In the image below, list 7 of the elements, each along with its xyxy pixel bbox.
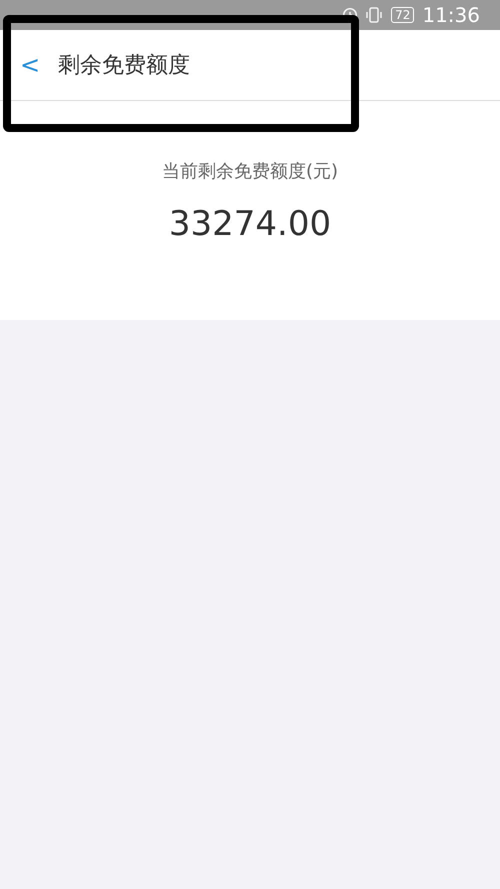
battery-level: 72: [391, 6, 414, 24]
clock-time: 11:36: [422, 2, 480, 29]
back-button[interactable]: <: [20, 53, 40, 77]
quota-amount: 33274.00: [168, 203, 332, 246]
page-title: 剩余免费额度: [58, 52, 190, 80]
quota-label: 当前剩余免费额度(元): [162, 160, 338, 184]
vibrate-icon: [365, 6, 384, 24]
